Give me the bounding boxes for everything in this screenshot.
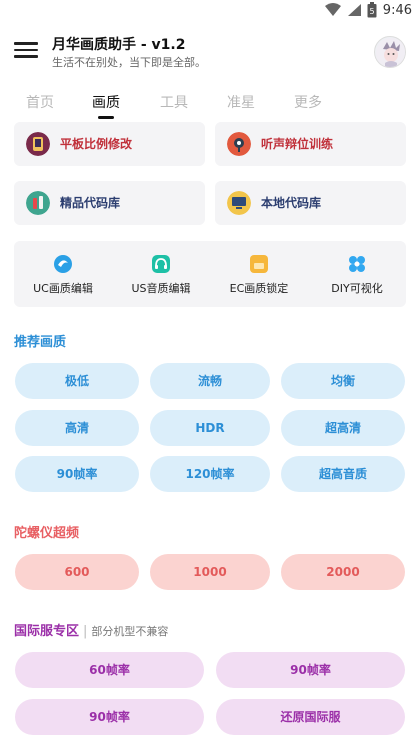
quality-option-button[interactable]: 高清 bbox=[15, 410, 139, 446]
gyro-option-button[interactable]: 1000 bbox=[150, 554, 270, 590]
intl-option-button[interactable]: 60帧率 bbox=[15, 652, 204, 688]
intl-option-button[interactable]: 还原国际服 bbox=[216, 699, 405, 735]
tab-quality[interactable]: 画质 bbox=[92, 92, 120, 112]
quality-option-button[interactable]: HDR bbox=[150, 410, 270, 446]
quality-option-button[interactable]: 90帧率 bbox=[15, 456, 139, 492]
tab-home[interactable]: 首页 bbox=[26, 92, 54, 112]
local-code-card[interactable]: 本地代码库 bbox=[215, 181, 406, 225]
battery-icon: 5 bbox=[367, 2, 377, 18]
computer-icon bbox=[227, 191, 251, 215]
menu-icon[interactable] bbox=[14, 38, 38, 62]
tool-label: EC画质锁定 bbox=[229, 282, 289, 295]
card-label: 本地代码库 bbox=[261, 196, 322, 210]
app-subtitle: 生活不在别处，当下即是全部。 bbox=[52, 56, 206, 69]
quality-option-button[interactable]: 120帧率 bbox=[150, 456, 270, 492]
premium-code-card[interactable]: 精品代码库 bbox=[14, 181, 205, 225]
tab-more[interactable]: 更多 bbox=[294, 92, 322, 112]
intl-option-button[interactable]: 90帧率 bbox=[216, 652, 405, 688]
headset-icon bbox=[152, 255, 170, 273]
gyro-section-title: 陀螺仪超频 bbox=[14, 526, 80, 541]
avatar-image bbox=[376, 38, 405, 67]
gyro-option-button[interactable]: 2000 bbox=[281, 554, 405, 590]
quality-option-button[interactable]: 均衡 bbox=[281, 363, 405, 399]
wifi-icon bbox=[324, 3, 341, 16]
svg-text:5: 5 bbox=[369, 7, 374, 16]
quality-option-button[interactable]: 流畅 bbox=[150, 363, 270, 399]
tool-label: US音质编辑 bbox=[131, 282, 191, 295]
ec-quality-lock-button[interactable]: EC画质锁定 bbox=[210, 241, 308, 307]
card-label: 精品代码库 bbox=[60, 196, 121, 210]
uc-icon bbox=[54, 255, 72, 273]
headphone-icon bbox=[227, 132, 251, 156]
status-time: 9:46 bbox=[382, 2, 412, 18]
uc-quality-edit-button[interactable]: UC画质编辑 bbox=[14, 241, 112, 307]
intl-section-title: 国际服专区 bbox=[14, 624, 80, 639]
signal-icon bbox=[347, 4, 361, 16]
tool-label: UC画质编辑 bbox=[33, 282, 93, 295]
diy-icon bbox=[349, 256, 365, 272]
intl-option-button[interactable]: 90帧率 bbox=[15, 699, 204, 735]
tablet-icon bbox=[26, 132, 50, 156]
gyro-option-button[interactable]: 600 bbox=[15, 554, 139, 590]
tablet-ratio-card[interactable]: 平板比例修改 bbox=[14, 122, 205, 166]
us-audio-edit-button[interactable]: US音质编辑 bbox=[112, 241, 210, 307]
tab-indicator bbox=[98, 116, 114, 119]
quality-option-button[interactable]: 超高清 bbox=[281, 410, 405, 446]
lock-box-icon bbox=[250, 255, 268, 273]
quality-option-button[interactable]: 超高音质 bbox=[281, 456, 405, 492]
card-label: 听声辩位训练 bbox=[261, 137, 334, 151]
diy-visual-button[interactable]: DIY可视化 bbox=[308, 241, 406, 307]
tab-bar: 首页 画质 工具 准星 更多 bbox=[0, 86, 420, 120]
avatar[interactable] bbox=[374, 36, 406, 68]
quality-option-button[interactable]: 极低 bbox=[15, 363, 139, 399]
code-bottle-icon bbox=[26, 191, 50, 215]
tab-tools[interactable]: 工具 bbox=[160, 92, 188, 112]
app-bar: 月华画质助手 - v1.2 生活不在别处，当下即是全部。 bbox=[0, 24, 420, 80]
tools-panel: UC画质编辑 US音质编辑 EC画质锁定 DIY可视化 bbox=[14, 241, 406, 307]
tab-crosshair[interactable]: 准星 bbox=[227, 92, 255, 112]
app-title: 月华画质助手 - v1.2 bbox=[52, 37, 186, 53]
sound-training-card[interactable]: 听声辩位训练 bbox=[215, 122, 406, 166]
recommended-section-title: 推荐画质 bbox=[14, 335, 67, 350]
status-bar: 5 9:46 bbox=[0, 0, 420, 24]
intl-section-header: 国际服专区 | 部分机型不兼容 bbox=[14, 620, 168, 639]
card-label: 平板比例修改 bbox=[60, 137, 133, 151]
intl-separator: | bbox=[83, 624, 88, 639]
tool-label: DIY可视化 bbox=[331, 282, 383, 295]
intl-section-note: 部分机型不兼容 bbox=[91, 625, 169, 638]
